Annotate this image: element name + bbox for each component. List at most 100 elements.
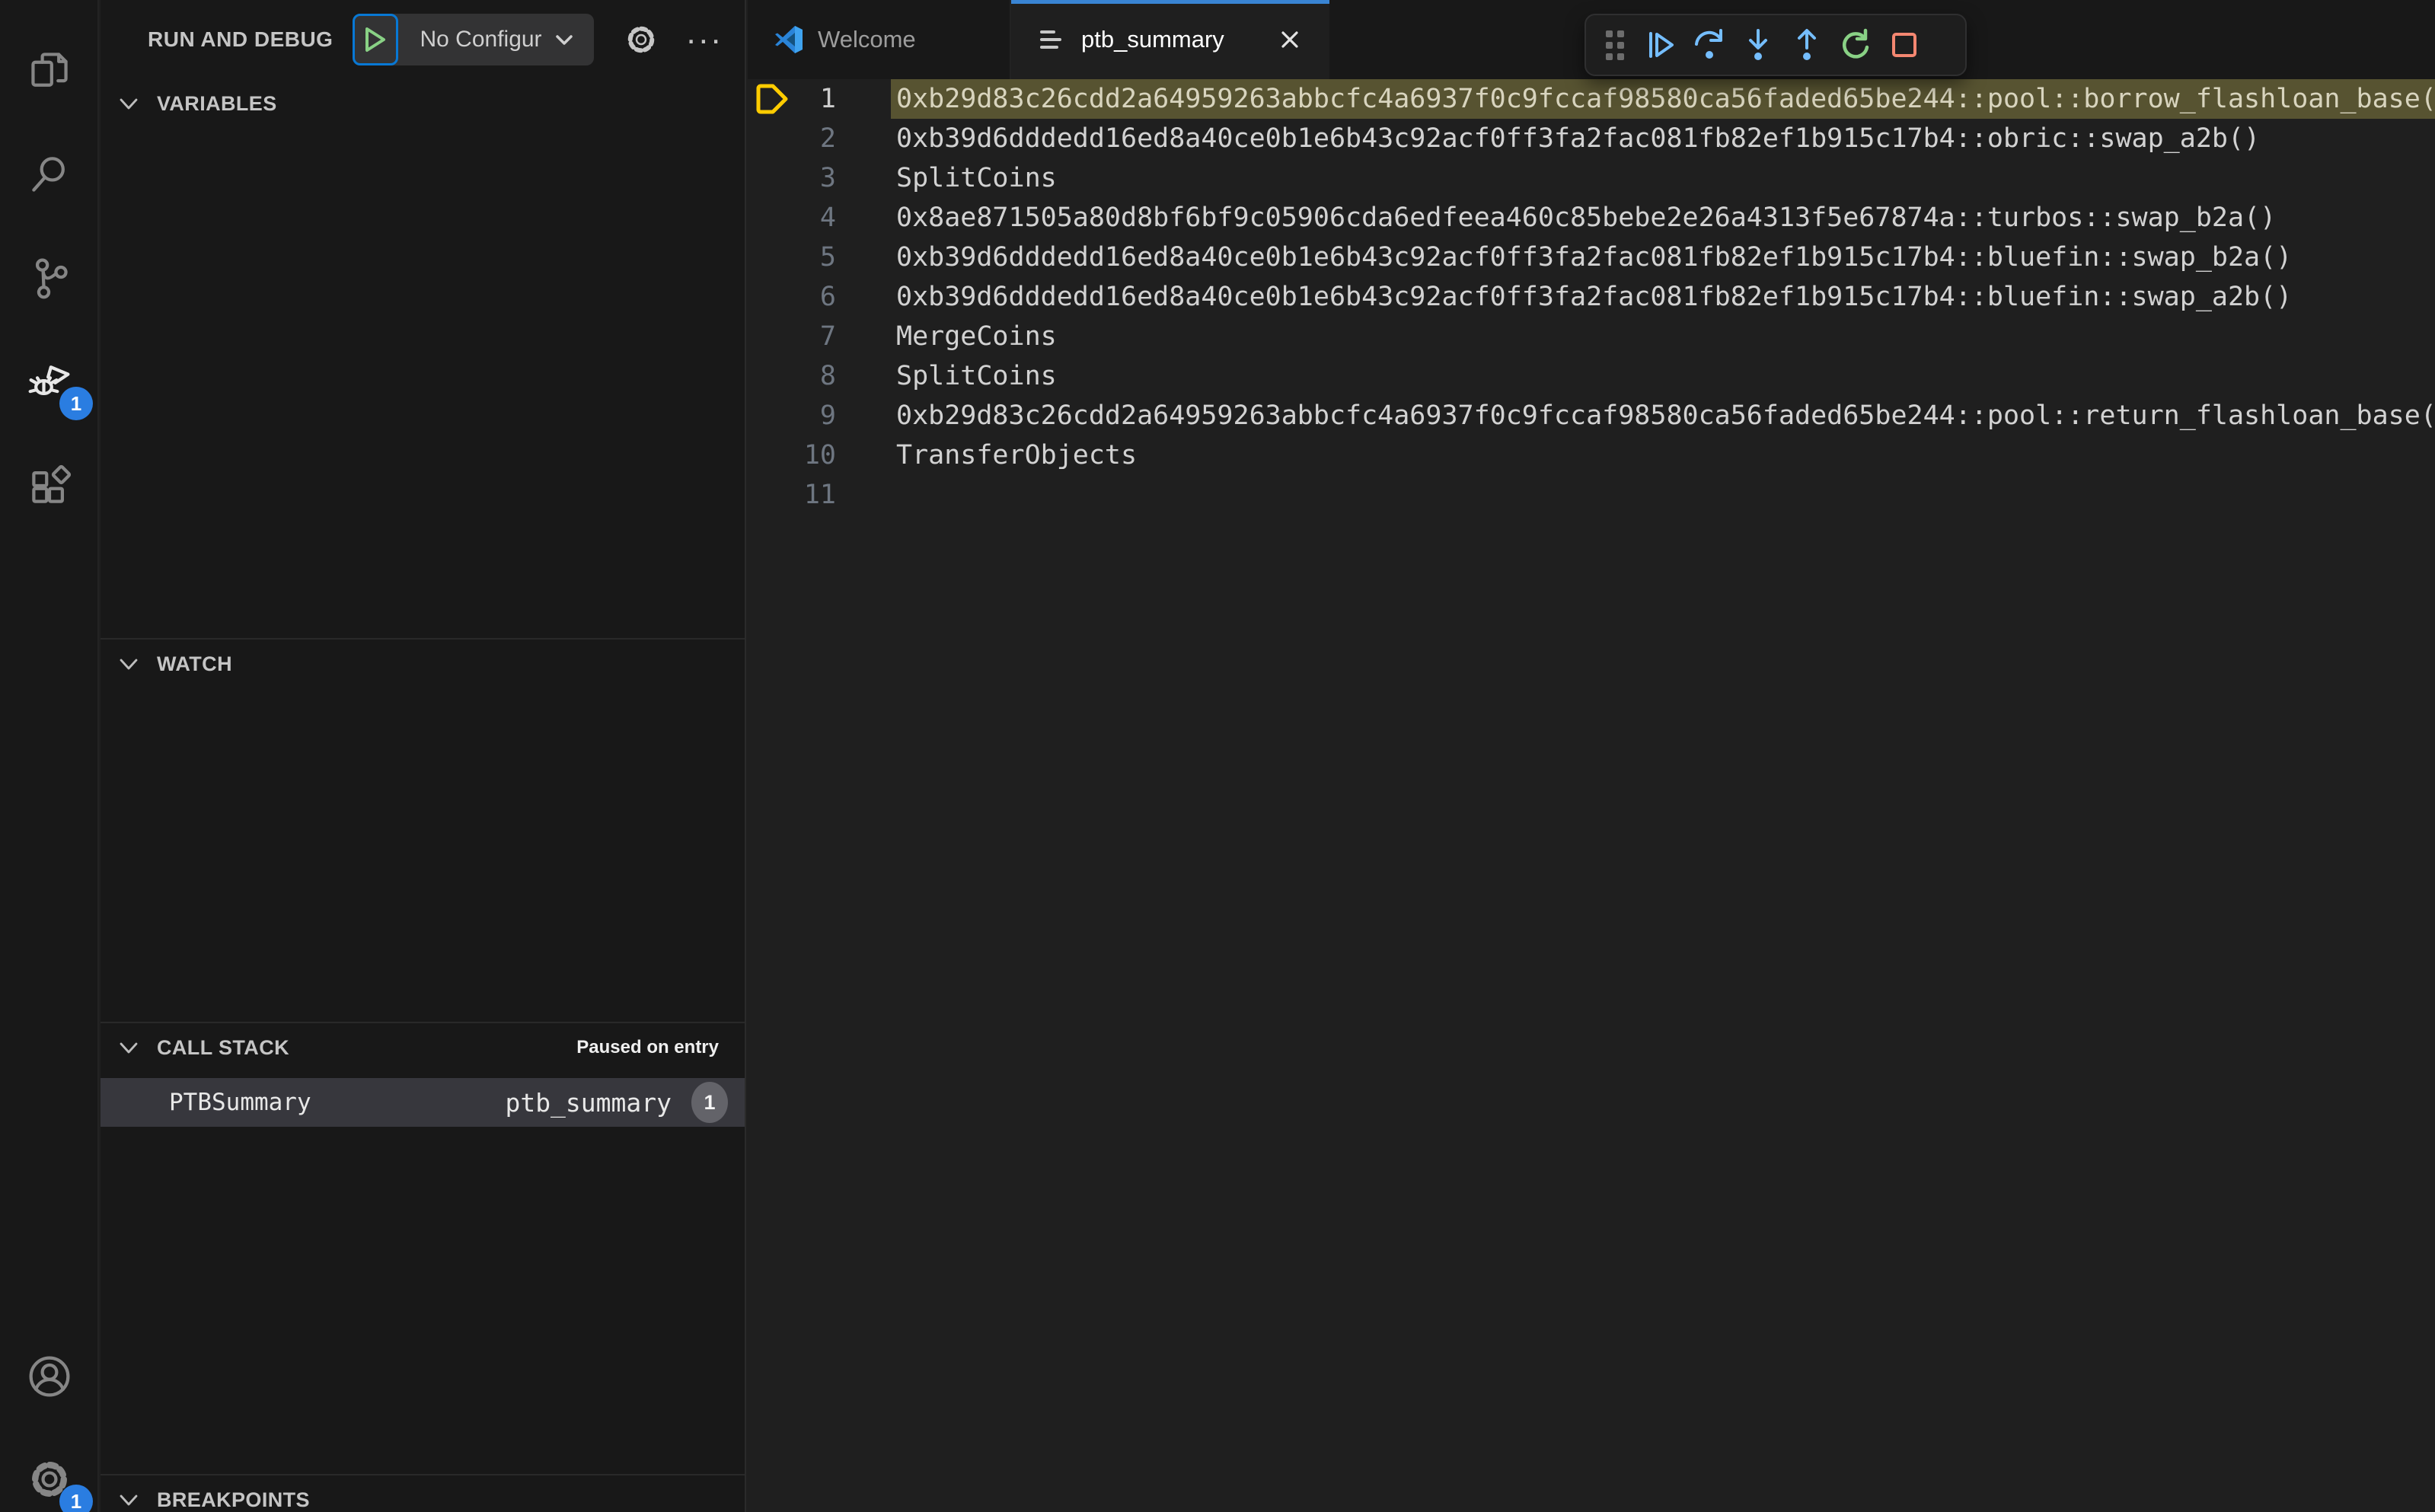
call-stack-label: CALL STACK — [157, 1035, 289, 1059]
vscode-logo-icon — [774, 24, 804, 55]
line-number: 6 — [819, 282, 836, 312]
step-out-icon — [1798, 29, 1816, 60]
breakpoints-section: BREAKPOINTS — [101, 1474, 745, 1512]
watch-label: WATCH — [157, 652, 232, 675]
watch-section: WATCH — [101, 638, 745, 1022]
step-over-icon — [1695, 29, 1722, 59]
activity-item-accounts[interactable] — [0, 1336, 99, 1420]
line-number: 4 — [819, 203, 836, 233]
code-line[interactable]: 3 SplitCoins — [748, 158, 2435, 198]
current-line-arrow-icon — [756, 84, 788, 114]
code-line[interactable]: 1 0xb29d83c26cdd2a64959263abbcfc4a6937f0c… — [748, 79, 2435, 119]
code-line[interactable]: 4 0x8ae871505a80d8bf6bf9c05906cda6edfeea4… — [748, 198, 2435, 238]
start-debug-button[interactable] — [353, 14, 399, 65]
line-number: 11 — [803, 480, 836, 510]
debug-configuration-label: No Configur — [420, 27, 542, 52]
line-text[interactable]: 0xb39d6dddedd16ed8a40ce0b1e6b43c92acf0ff… — [891, 238, 2435, 277]
editor-area: Welcome ptb_summary 1 0xb29d83c26cdd2a64… — [748, 0, 2435, 1512]
line-text[interactable] — [891, 475, 2435, 515]
code-line[interactable]: 2 0xb39d6dddedd16ed8a40ce0b1e6b43c92acf0f… — [748, 119, 2435, 158]
tab-welcome[interactable]: Welcome — [748, 0, 1011, 79]
line-number: 9 — [819, 400, 836, 431]
list-file-icon — [1037, 24, 1068, 55]
debug-settings-gear-button[interactable] — [623, 21, 659, 58]
session-badge: 1 — [691, 1082, 728, 1123]
source-control-icon — [27, 255, 72, 305]
vscode-window: 1 1 RUN AND DEBUG No Configur ... VARIAB… — [0, 0, 2435, 1512]
breakpoints-section-header[interactable]: BREAKPOINTS — [101, 1475, 745, 1512]
watch-section-header[interactable]: WATCH — [101, 640, 745, 688]
activity-item-settings[interactable]: 1 — [0, 1439, 99, 1512]
line-text[interactable]: 0xb39d6dddedd16ed8a40ce0b1e6b43c92acf0ff… — [891, 119, 2435, 158]
debug-launch-control: No Configur — [353, 14, 594, 65]
code-line[interactable]: 10 TransferObjects — [748, 435, 2435, 475]
tab-welcome-label: Welcome — [818, 26, 916, 53]
more-actions-button[interactable]: ... — [687, 16, 724, 54]
search-icon — [27, 151, 72, 200]
code-line[interactable]: 6 0xb39d6dddedd16ed8a40ce0b1e6b43c92acf0f… — [748, 277, 2435, 317]
code-line[interactable]: 9 0xb29d83c26cdd2a64959263abbcfc4a6937f0c… — [748, 396, 2435, 435]
debug-badge: 1 — [59, 387, 93, 420]
variables-label: VARIABLES — [157, 91, 277, 115]
line-text[interactable]: 0xb29d83c26cdd2a64959263abbcfc4a6937f0c9… — [891, 396, 2435, 435]
activity-item-extensions[interactable] — [0, 445, 99, 529]
extensions-icon — [27, 463, 72, 512]
line-number: 2 — [819, 123, 836, 154]
sidebar-title: RUN AND DEBUG — [148, 27, 333, 51]
activity-bar: 1 1 — [0, 0, 99, 1512]
chevron-down-icon — [117, 1488, 140, 1511]
close-tab-icon[interactable] — [1276, 26, 1304, 53]
activity-item-search[interactable] — [0, 133, 99, 217]
debug-current-line-gutter[interactable] — [748, 84, 796, 114]
line-text[interactable]: SplitCoins — [891, 356, 2435, 396]
settings-badge: 1 — [59, 1485, 93, 1512]
step-over-button[interactable] — [1685, 21, 1734, 69]
restart-button[interactable] — [1831, 21, 1880, 69]
session-name: ptb_summary — [505, 1087, 672, 1118]
chevron-down-icon — [117, 1036, 140, 1059]
activity-item-explorer[interactable] — [0, 30, 99, 114]
continue-button[interactable] — [1636, 21, 1685, 69]
activity-item-source-control[interactable] — [0, 238, 99, 321]
stop-button[interactable] — [1880, 21, 1929, 69]
code-line[interactable]: 7 MergeCoins — [748, 317, 2435, 356]
line-number: 10 — [803, 440, 836, 471]
line-number: 8 — [819, 361, 836, 391]
step-into-button[interactable] — [1734, 21, 1782, 69]
tab-ptb-summary-label: ptb_summary — [1081, 26, 1224, 53]
line-number: 7 — [819, 321, 836, 352]
code-content: 1 0xb29d83c26cdd2a64959263abbcfc4a6937f0c… — [748, 79, 2435, 515]
debug-configuration-dropdown[interactable]: No Configur — [398, 14, 593, 65]
accounts-icon — [27, 1354, 72, 1403]
line-text[interactable]: 0xb39d6dddedd16ed8a40ce0b1e6b43c92acf0ff… — [891, 277, 2435, 317]
stop-icon — [1892, 33, 1916, 57]
step-into-icon — [1749, 29, 1767, 60]
call-stack-frame-row[interactable]: PTBSummary ptb_summary 1 — [101, 1078, 745, 1127]
code-line[interactable]: 11 — [748, 475, 2435, 515]
line-number: 5 — [819, 242, 836, 273]
activity-item-run-and-debug[interactable]: 1 — [0, 341, 99, 425]
code-line[interactable]: 5 0xb39d6dddedd16ed8a40ce0b1e6b43c92acf0f… — [748, 238, 2435, 277]
variables-section-header[interactable]: VARIABLES — [101, 79, 745, 128]
play-icon — [365, 27, 386, 52]
chevron-down-icon — [117, 652, 140, 675]
paused-status-text: Paused on entry — [576, 1037, 719, 1057]
line-text[interactable]: TransferObjects — [891, 435, 2435, 475]
line-text[interactable]: 0xb29d83c26cdd2a64959263abbcfc4a6937f0c9… — [891, 79, 2435, 119]
chevron-down-icon — [117, 92, 140, 115]
code-line[interactable]: 8 SplitCoins — [748, 356, 2435, 396]
debug-toolbar — [1585, 14, 1967, 76]
explorer-icon — [27, 48, 72, 97]
call-stack-section-header[interactable]: CALL STACK Paused on entry — [101, 1023, 745, 1072]
line-text[interactable]: 0x8ae871505a80d8bf6bf9c05906cda6edfeea46… — [891, 198, 2435, 238]
breakpoints-label: BREAKPOINTS — [157, 1488, 310, 1511]
step-out-button[interactable] — [1782, 21, 1831, 69]
toolbar-drag-handle-icon[interactable] — [1606, 30, 1624, 60]
line-text[interactable]: MergeCoins — [891, 317, 2435, 356]
call-stack-section: CALL STACK Paused on entry PTBSummary pt… — [101, 1022, 745, 1474]
run-and-debug-sidebar: RUN AND DEBUG No Configur ... VARIABLES — [101, 0, 746, 1512]
chevron-down-icon — [555, 35, 573, 45]
variables-section: VARIABLES — [101, 79, 745, 638]
line-text[interactable]: SplitCoins — [891, 158, 2435, 198]
tab-ptb-summary[interactable]: ptb_summary — [1011, 0, 1329, 79]
